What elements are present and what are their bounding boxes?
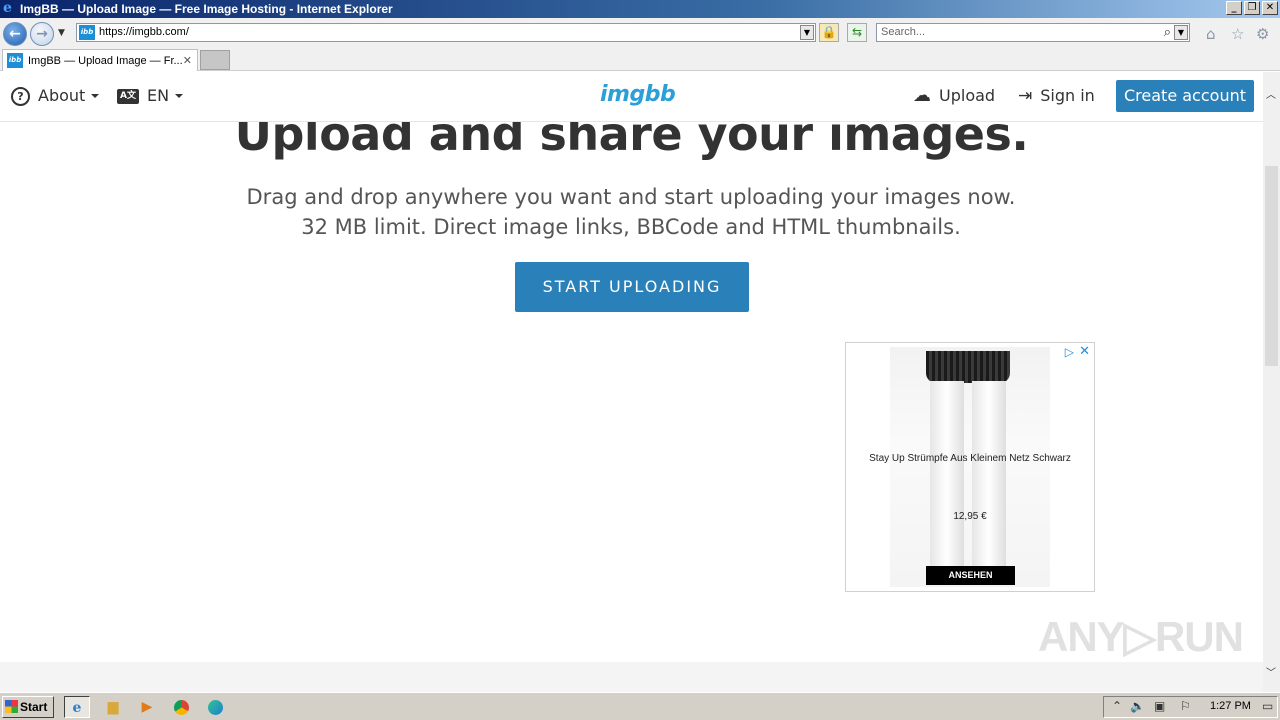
minimize-button[interactable]: _ [1226,1,1242,15]
forward-arrow-icon: → [36,26,48,42]
ad-leg-left [930,381,964,581]
address-bar[interactable]: ibb https://imgbb.com/ ▼ [76,23,816,42]
upload-label: Upload [939,86,996,105]
anyrun-watermark: ANY▷RUN [1038,613,1244,660]
security-lock-icon[interactable]: 🔒 [819,23,839,42]
windows-logo-icon [5,700,18,713]
back-arrow-icon: ← [9,26,21,42]
about-menu[interactable]: ? About [11,86,100,106]
window-title-bar: e ImgBB — Upload Image — Free Image Host… [0,0,1280,18]
create-account-button[interactable]: Create account [1116,80,1254,112]
refresh-button[interactable]: ⇆ [847,23,867,42]
site-header: ? About A文 EN imgbb ☁ Upload ⇥ Sign in C… [0,72,1263,122]
start-uploading-button[interactable]: START UPLOADING [515,262,749,312]
page-footer-strip [0,662,1263,692]
ad-close-icon[interactable]: ✕ [1079,344,1090,359]
window-title: ImgBB — Upload Image — Free Image Hostin… [20,2,393,16]
taskbar-internet-explorer-icon[interactable]: e [64,696,90,718]
signin-link[interactable]: ⇥ Sign in [1018,86,1095,106]
caret-down-icon [91,94,100,98]
forward-button[interactable]: → [30,22,54,46]
home-icon[interactable]: ⌂ [1206,26,1216,42]
new-tab-button[interactable] [200,50,230,70]
taskbar: Start e ▆ ▶ ⌃ 🔈 ▣ ⚐ 1:27 PM ▭ [0,692,1280,720]
ad-leg-right [972,381,1006,581]
recent-pages-dropdown[interactable]: ▼ [58,28,65,38]
settings-gear-icon[interactable]: ⚙ [1256,26,1269,42]
system-tray: ⌃ 🔈 ▣ ⚐ 1:27 PM ▭ [1103,696,1278,718]
scrollbar-thumb[interactable] [1265,166,1278,366]
search-input[interactable]: Search... [881,25,925,40]
address-dropdown-button[interactable]: ▼ [800,25,814,40]
hero-subtitle: Drag and drop anywhere you want and star… [246,185,1016,239]
window-controls: _ ❐ ✕ [1226,1,1278,15]
question-circle-icon: ? [11,86,30,106]
action-center-flag-icon[interactable]: ⚐ [1180,699,1191,713]
tab-bar: ibb ImgBB — Upload Image — Fr... ✕ [0,48,1280,71]
caret-down-icon [175,94,184,98]
upload-link[interactable]: ☁ Upload [913,86,995,106]
start-label: Start [20,700,48,714]
ad-cta-button[interactable]: ANSEHEN [926,566,1015,585]
cloud-upload-icon: ☁ [913,85,931,106]
about-label: About [38,86,86,105]
scroll-up-arrow-icon[interactable]: ︿ [1266,86,1276,101]
back-button[interactable]: ← [3,22,27,46]
close-window-button[interactable]: ✕ [1262,1,1278,15]
tab-close-icon[interactable]: ✕ [183,53,192,69]
sign-in-icon: ⇥ [1018,86,1033,106]
vertical-scrollbar[interactable]: ︿ ﹀ [1263,72,1280,692]
favorites-star-icon[interactable]: ☆ [1231,26,1244,42]
tray-expand-icon[interactable]: ⌃ [1112,699,1122,713]
scroll-down-arrow-icon[interactable]: ﹀ [1266,664,1276,679]
ad-product-image[interactable] [890,347,1050,587]
volume-icon[interactable]: 🔈 [1130,699,1145,713]
internet-explorer-icon: e [3,0,12,16]
imgbb-logo[interactable]: imgbb [600,82,676,107]
language-icon: A文 [117,88,139,104]
language-label: EN [147,86,170,105]
taskbar-media-player-icon[interactable]: ▶ [134,696,160,718]
ad-choices-icon[interactable]: ▷ [1065,345,1074,359]
search-icon[interactable]: ⌕ [1164,24,1171,41]
ad-product-name[interactable]: Stay Up Strümpfe Aus Kleinem Netz Schwar… [846,453,1094,464]
restore-button[interactable]: ❐ [1244,1,1260,15]
language-menu[interactable]: A文 EN [117,86,184,106]
search-dropdown-button[interactable]: ▼ [1174,25,1188,40]
page-viewport: Upload and share your images. ? About A文… [0,72,1263,662]
address-url[interactable]: https://imgbb.com/ [99,25,189,40]
advertisement[interactable]: ▷ ✕ Stay Up Strümpfe Aus Kleinem Netz Sc… [845,342,1095,592]
signin-label: Sign in [1040,86,1095,105]
network-icon[interactable]: ▣ [1154,699,1165,713]
ad-stocking-lace [926,351,1010,383]
show-desktop-icon[interactable]: ▭ [1262,699,1273,713]
tab-imgbb[interactable]: ibb ImgBB — Upload Image — Fr... ✕ [2,49,198,71]
start-button[interactable]: Start [2,696,54,718]
search-box[interactable]: Search... ⌕ ▼ [876,23,1190,42]
taskbar-clock[interactable]: 1:27 PM [1210,700,1251,712]
site-favicon-icon: ibb [79,25,95,40]
navigation-toolbar: ← → ▼ ibb https://imgbb.com/ ▼ 🔒 ⇆ Searc… [0,18,1280,48]
tab-favicon-icon: ibb [7,53,23,68]
taskbar-file-explorer-icon[interactable]: ▆ [100,696,126,718]
taskbar-chrome-icon[interactable] [168,696,194,718]
ad-price: 12,95 € [953,511,987,522]
taskbar-edge-icon[interactable] [202,696,228,718]
tab-title: ImgBB — Upload Image — Fr... [28,55,183,67]
